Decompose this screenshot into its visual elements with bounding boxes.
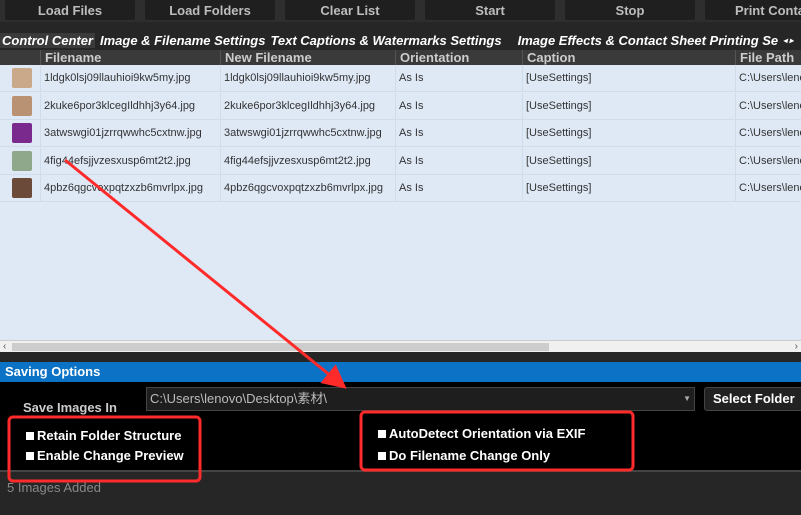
status-bar: 5 Images Added — [0, 470, 801, 515]
column-new-filename[interactable]: New Filename — [220, 50, 395, 65]
tab-control-center[interactable]: Control Center — [0, 32, 95, 48]
cell-orientation: As Is — [395, 147, 522, 175]
save-images-in-label: Save Images In — [23, 400, 117, 415]
cell-path: C:\Users\lenovo — [735, 175, 801, 203]
column-orientation[interactable]: Orientation — [395, 50, 522, 65]
cell-filename: 4fig44efsjjvzesxusp6mt2t2.jpg — [40, 147, 220, 175]
toolbar: Load Files Load Folders Clear List Start… — [0, 0, 801, 22]
column-file-path[interactable]: File Path — [735, 50, 801, 65]
cell-filename: 4pbz6qgcvoxpqtzxzb6mvrlpx.jpg — [40, 175, 220, 203]
checkbox-icon — [26, 431, 34, 440]
cell-path: C:\Users\lenovo — [735, 120, 801, 148]
cell-path: C:\Users\lenovo — [735, 65, 801, 92]
cell-caption: [UseSettings] — [522, 65, 735, 92]
tab-image-filename-settings[interactable]: Image & Filename Settings — [100, 33, 265, 48]
cell-caption: [UseSettings] — [522, 92, 735, 120]
scroll-left-icon[interactable]: ‹ — [3, 341, 6, 352]
cell-caption: [UseSettings] — [522, 147, 735, 175]
cell-orientation: As Is — [395, 65, 522, 92]
checkbox-icon — [26, 451, 34, 460]
print-contact-button[interactable]: Print Conta — [705, 0, 801, 20]
table-row[interactable]: 2kuke6por3klcegIldhhj3y64.jpg 2kuke6por3k… — [0, 92, 801, 120]
thumbnail-image — [12, 123, 32, 144]
enable-change-preview-checkbox[interactable]: Enable Change Preview — [26, 448, 184, 463]
cell-filename: 3atwswgi01jzrrqwwhc5cxtnw.jpg — [40, 120, 220, 148]
load-folders-button[interactable]: Load Folders — [145, 0, 275, 20]
retain-folder-structure-checkbox[interactable]: Retain Folder Structure — [26, 428, 181, 443]
checkbox-icon — [378, 451, 386, 460]
checkbox-label: AutoDetect Orientation via EXIF — [389, 426, 586, 441]
tab-bar: Control Center Image & Filename Settings… — [0, 30, 801, 50]
table-row[interactable]: 4pbz6qgcvoxpqtzxzb6mvrlpx.jpg 4pbz6qgcvox… — [0, 175, 801, 203]
cell-new-filename: 2kuke6por3klcegIldhhj3y64.jpg — [220, 92, 395, 120]
cell-orientation: As Is — [395, 92, 522, 120]
file-table: 1ldgk0lsj09llauhioi9kw5my.jpg 1ldgk0lsj09… — [0, 65, 801, 340]
stop-button[interactable]: Stop — [565, 0, 695, 20]
table-row[interactable]: 3atwswgi01jzrrqwwhc5cxtnw.jpg 3atwswgi01j… — [0, 120, 801, 148]
autodetect-orientation-checkbox[interactable]: AutoDetect Orientation via EXIF — [378, 426, 585, 441]
scroll-right-icon[interactable]: › — [795, 341, 798, 352]
save-path-dropdown[interactable]: C:\Users\lenovo\Desktop\素材\ ▼ — [146, 387, 695, 411]
tab-image-effects[interactable]: Image Effects & Contact Sheet Printing S… — [518, 33, 779, 48]
cell-new-filename: 4pbz6qgcvoxpqtzxzb6mvrlpx.jpg — [220, 175, 395, 203]
tab-text-captions[interactable]: Text Captions & Watermarks Settings — [270, 33, 501, 48]
cell-path: C:\Users\lenovo — [735, 147, 801, 175]
thumbnail-image — [12, 95, 32, 116]
cell-new-filename: 1ldgk0lsj09llauhioi9kw5my.jpg — [220, 65, 395, 92]
save-path-value: C:\Users\lenovo\Desktop\素材\ — [150, 391, 328, 406]
cell-new-filename: 3atwswgi01jzrrqwwhc5cxtnw.jpg — [220, 120, 395, 148]
tab-scroll-arrows-icon[interactable]: ◂ ▸ — [783, 36, 793, 45]
cell-filename: 1ldgk0lsj09llauhioi9kw5my.jpg — [40, 65, 220, 92]
column-filename[interactable]: Filename — [40, 50, 220, 65]
checkbox-label: Do Filename Change Only — [389, 448, 551, 463]
thumbnail-image — [12, 178, 32, 199]
cell-path: C:\Users\lenovo — [735, 92, 801, 120]
table-row[interactable]: 1ldgk0lsj09llauhioi9kw5my.jpg 1ldgk0lsj09… — [0, 65, 801, 92]
cell-caption: [UseSettings] — [522, 120, 735, 148]
table-header: Filename New Filename Orientation Captio… — [0, 50, 801, 65]
checkbox-label: Enable Change Preview — [37, 448, 184, 463]
cell-caption: [UseSettings] — [522, 175, 735, 203]
filename-change-only-checkbox[interactable]: Do Filename Change Only — [378, 448, 550, 463]
checkbox-label: Retain Folder Structure — [37, 428, 182, 443]
saving-options-panel: Save Images In C:\Users\lenovo\Desktop\素… — [0, 382, 801, 470]
saving-options-header: Saving Options — [0, 362, 801, 382]
cell-orientation: As Is — [395, 175, 522, 203]
table-row[interactable]: 4fig44efsjjvzesxusp6mt2t2.jpg 4fig44efsjj… — [0, 147, 801, 175]
load-files-button[interactable]: Load Files — [5, 0, 135, 20]
cell-filename: 2kuke6por3klcegIldhhj3y64.jpg — [40, 92, 220, 120]
thumbnail-image — [12, 150, 32, 171]
checkbox-icon — [378, 429, 386, 438]
clear-list-button[interactable]: Clear List — [285, 0, 415, 20]
horizontal-scrollbar[interactable]: ‹ › — [0, 340, 801, 352]
cell-orientation: As Is — [395, 120, 522, 148]
thumbnail-image — [12, 68, 32, 88]
cell-new-filename: 4fig44efsjjvzesxusp6mt2t2.jpg — [220, 147, 395, 175]
start-button[interactable]: Start — [425, 0, 555, 20]
select-folder-button[interactable]: Select Folder — [704, 387, 801, 411]
scrollbar-thumb[interactable] — [12, 343, 549, 351]
column-caption[interactable]: Caption — [522, 50, 735, 65]
chevron-down-icon[interactable]: ▼ — [683, 388, 691, 410]
